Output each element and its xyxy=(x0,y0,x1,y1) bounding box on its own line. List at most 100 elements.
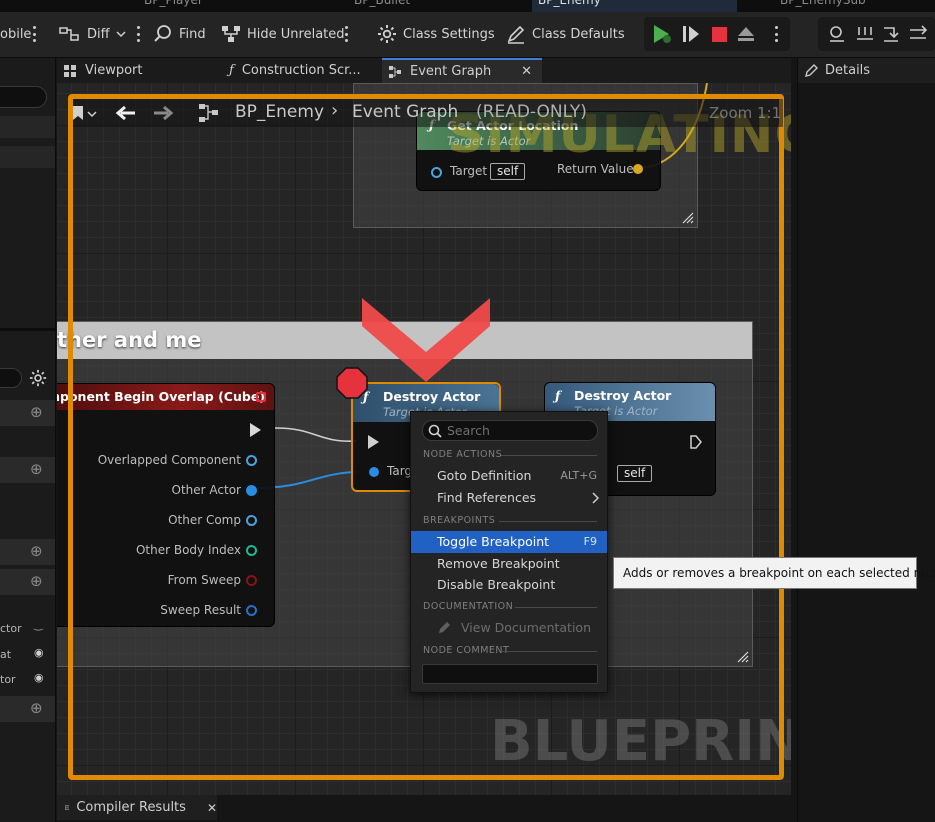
eye-icon[interactable]: ◉ xyxy=(34,646,44,659)
node-comment-input[interactable] xyxy=(422,664,598,684)
add-icon[interactable]: ⊕ xyxy=(30,460,43,478)
menu-item-remove-breakpoint[interactable]: Remove Breakpoint xyxy=(411,553,607,575)
left-category-row[interactable]: ⊕ xyxy=(0,539,55,565)
divider xyxy=(499,521,597,522)
gear-icon xyxy=(378,25,396,43)
left-category-row[interactable]: ⊕ xyxy=(0,400,55,426)
add-icon[interactable]: ⊕ xyxy=(30,403,43,421)
doc-tab-bp-enemy[interactable]: BP_Enemy xyxy=(532,0,737,12)
doc-tab-bp-enemysub[interactable]: BP_EnemySub xyxy=(774,0,866,12)
node-title: Destroy Actor xyxy=(574,388,672,403)
left-search-input-2[interactable] xyxy=(0,368,22,388)
tab-event-graph[interactable]: Event Graph ✕ xyxy=(382,58,542,83)
add-icon[interactable]: ⊕ xyxy=(30,572,43,590)
debug-search-icon[interactable] xyxy=(828,25,846,43)
toolbar-more-icon[interactable] xyxy=(32,26,36,42)
section-breakpoints: BREAKPOINTS xyxy=(423,515,496,526)
pin-label: Other Body Index xyxy=(135,543,241,557)
add-icon[interactable]: ⊕ xyxy=(30,542,43,560)
left-variable-row[interactable]: ctor ‿ xyxy=(0,618,55,640)
add-icon[interactable]: ⊕ xyxy=(30,699,43,717)
diff-button[interactable]: Diff xyxy=(59,12,126,56)
pin-sweep-result[interactable] xyxy=(246,605,257,616)
class-defaults-button[interactable]: Class Defaults xyxy=(506,12,625,56)
stop-icon[interactable] xyxy=(712,27,727,42)
hide-unrelated-button[interactable]: Hide Unrelated xyxy=(221,12,345,56)
target-pin[interactable] xyxy=(431,167,442,178)
close-icon[interactable]: ✕ xyxy=(521,64,532,79)
left-variable-row[interactable]: at ◉ xyxy=(0,646,55,666)
pin-other-body-index[interactable] xyxy=(246,545,257,556)
section-node-actions: NODE ACTIONS xyxy=(423,449,503,460)
details-tab[interactable]: Details xyxy=(798,58,935,83)
gear-icon[interactable] xyxy=(29,369,47,387)
left-category-row[interactable]: ⊕ xyxy=(0,569,55,595)
doc-tab-bp-player[interactable]: BP_Player xyxy=(138,0,203,12)
target-self-field[interactable]: self xyxy=(617,465,653,482)
node-event-begin-overlap[interactable]: mponent Begin Overlap (Cube) Overlapped … xyxy=(57,383,275,627)
target-self-field[interactable]: self xyxy=(490,163,526,180)
breadcrumb-graph[interactable]: Event Graph xyxy=(352,102,458,122)
menu-item-label: View Documentation xyxy=(461,620,591,635)
left-search-input[interactable] xyxy=(0,86,47,108)
tab-construction-script[interactable]: ƒ Construction Scr... xyxy=(223,58,383,83)
toolbar-more-icon[interactable] xyxy=(136,26,140,42)
eye-icon[interactable]: ◉ xyxy=(34,671,44,684)
partial-label: obile xyxy=(0,26,32,42)
section-documentation: DOCUMENTATION xyxy=(423,601,514,612)
pin-overlapped-component[interactable] xyxy=(246,455,257,466)
exec-out-pin[interactable] xyxy=(689,434,703,450)
eye-closed-icon[interactable]: ‿ xyxy=(34,618,43,631)
toolbar-partial-button[interactable]: obile xyxy=(0,12,31,56)
menu-item-label: Remove Breakpoint xyxy=(437,556,560,571)
find-button[interactable]: Find xyxy=(153,12,206,56)
close-icon[interactable]: ✕ xyxy=(207,801,217,815)
breadcrumb-blueprint[interactable]: BP_Enemy xyxy=(235,102,324,122)
left-variable-row[interactable]: tor ◉ xyxy=(0,671,55,691)
left-category-row[interactable]: ⊕ xyxy=(0,457,55,483)
exec-in-pin[interactable] xyxy=(368,435,379,449)
delegate-pin[interactable] xyxy=(256,392,266,402)
pin-from-sweep[interactable] xyxy=(246,575,257,586)
menu-search-input[interactable]: Search xyxy=(422,420,598,441)
pin-label: From Sweep xyxy=(167,573,241,587)
forward-arrow-icon[interactable] xyxy=(152,104,174,122)
step-over-icon[interactable] xyxy=(856,25,874,43)
left-category-row[interactable]: ⊕ xyxy=(0,696,55,722)
tab-viewport[interactable]: Viewport xyxy=(57,58,217,83)
toolbar-more-icon[interactable] xyxy=(344,26,348,42)
step-into-icon[interactable] xyxy=(882,25,900,43)
menu-item-disable-breakpoint[interactable]: Disable Breakpoint xyxy=(411,574,607,596)
pin-other-comp[interactable] xyxy=(246,515,257,526)
red-chevron-down-icon xyxy=(362,298,490,382)
play-options-icon[interactable] xyxy=(774,26,778,42)
target-pin[interactable] xyxy=(369,467,379,477)
eject-icon[interactable] xyxy=(737,26,755,42)
doc-tab-bp-bullet[interactable]: BP_Bullet xyxy=(348,0,410,12)
documentation-icon xyxy=(439,622,450,633)
menu-item-view-documentation[interactable]: View Documentation xyxy=(411,617,607,639)
compiler-results-label: Compiler Results xyxy=(76,800,186,815)
read-only-label: (READ-ONLY) xyxy=(476,102,587,122)
exec-out-pin[interactable] xyxy=(250,423,261,437)
details-icon xyxy=(805,63,818,77)
menu-item-toggle-breakpoint[interactable]: Toggle Breakpoint F9 xyxy=(411,531,607,553)
menu-item-find-references[interactable]: Find References xyxy=(411,487,607,509)
class-settings-button[interactable]: Class Settings xyxy=(377,12,495,56)
variable-label: ctor xyxy=(0,622,22,635)
bookmark-icon[interactable] xyxy=(71,105,85,121)
left-row[interactable] xyxy=(0,116,55,138)
step-out-icon[interactable] xyxy=(908,25,930,43)
tab-compiler-results[interactable]: Compiler Results ✕ xyxy=(57,795,217,820)
chevron-down-icon[interactable] xyxy=(87,110,97,118)
chevron-down-icon xyxy=(116,31,126,38)
my-blueprint-panel: ⊕ ⊕ ⊕ ⊕ ctor ‿ at ◉ tor ◉ ⊕ xyxy=(0,58,56,822)
back-arrow-icon[interactable] xyxy=(115,104,137,122)
return-value-pin[interactable] xyxy=(633,164,643,174)
pin-other-actor[interactable] xyxy=(246,485,257,496)
step-icon[interactable] xyxy=(681,25,701,43)
play-icon[interactable] xyxy=(651,24,673,44)
left-row[interactable] xyxy=(0,146,55,168)
compiler-results-icon xyxy=(65,805,70,810)
menu-item-goto-definition[interactable]: Goto Definition ALT+G xyxy=(411,465,607,487)
